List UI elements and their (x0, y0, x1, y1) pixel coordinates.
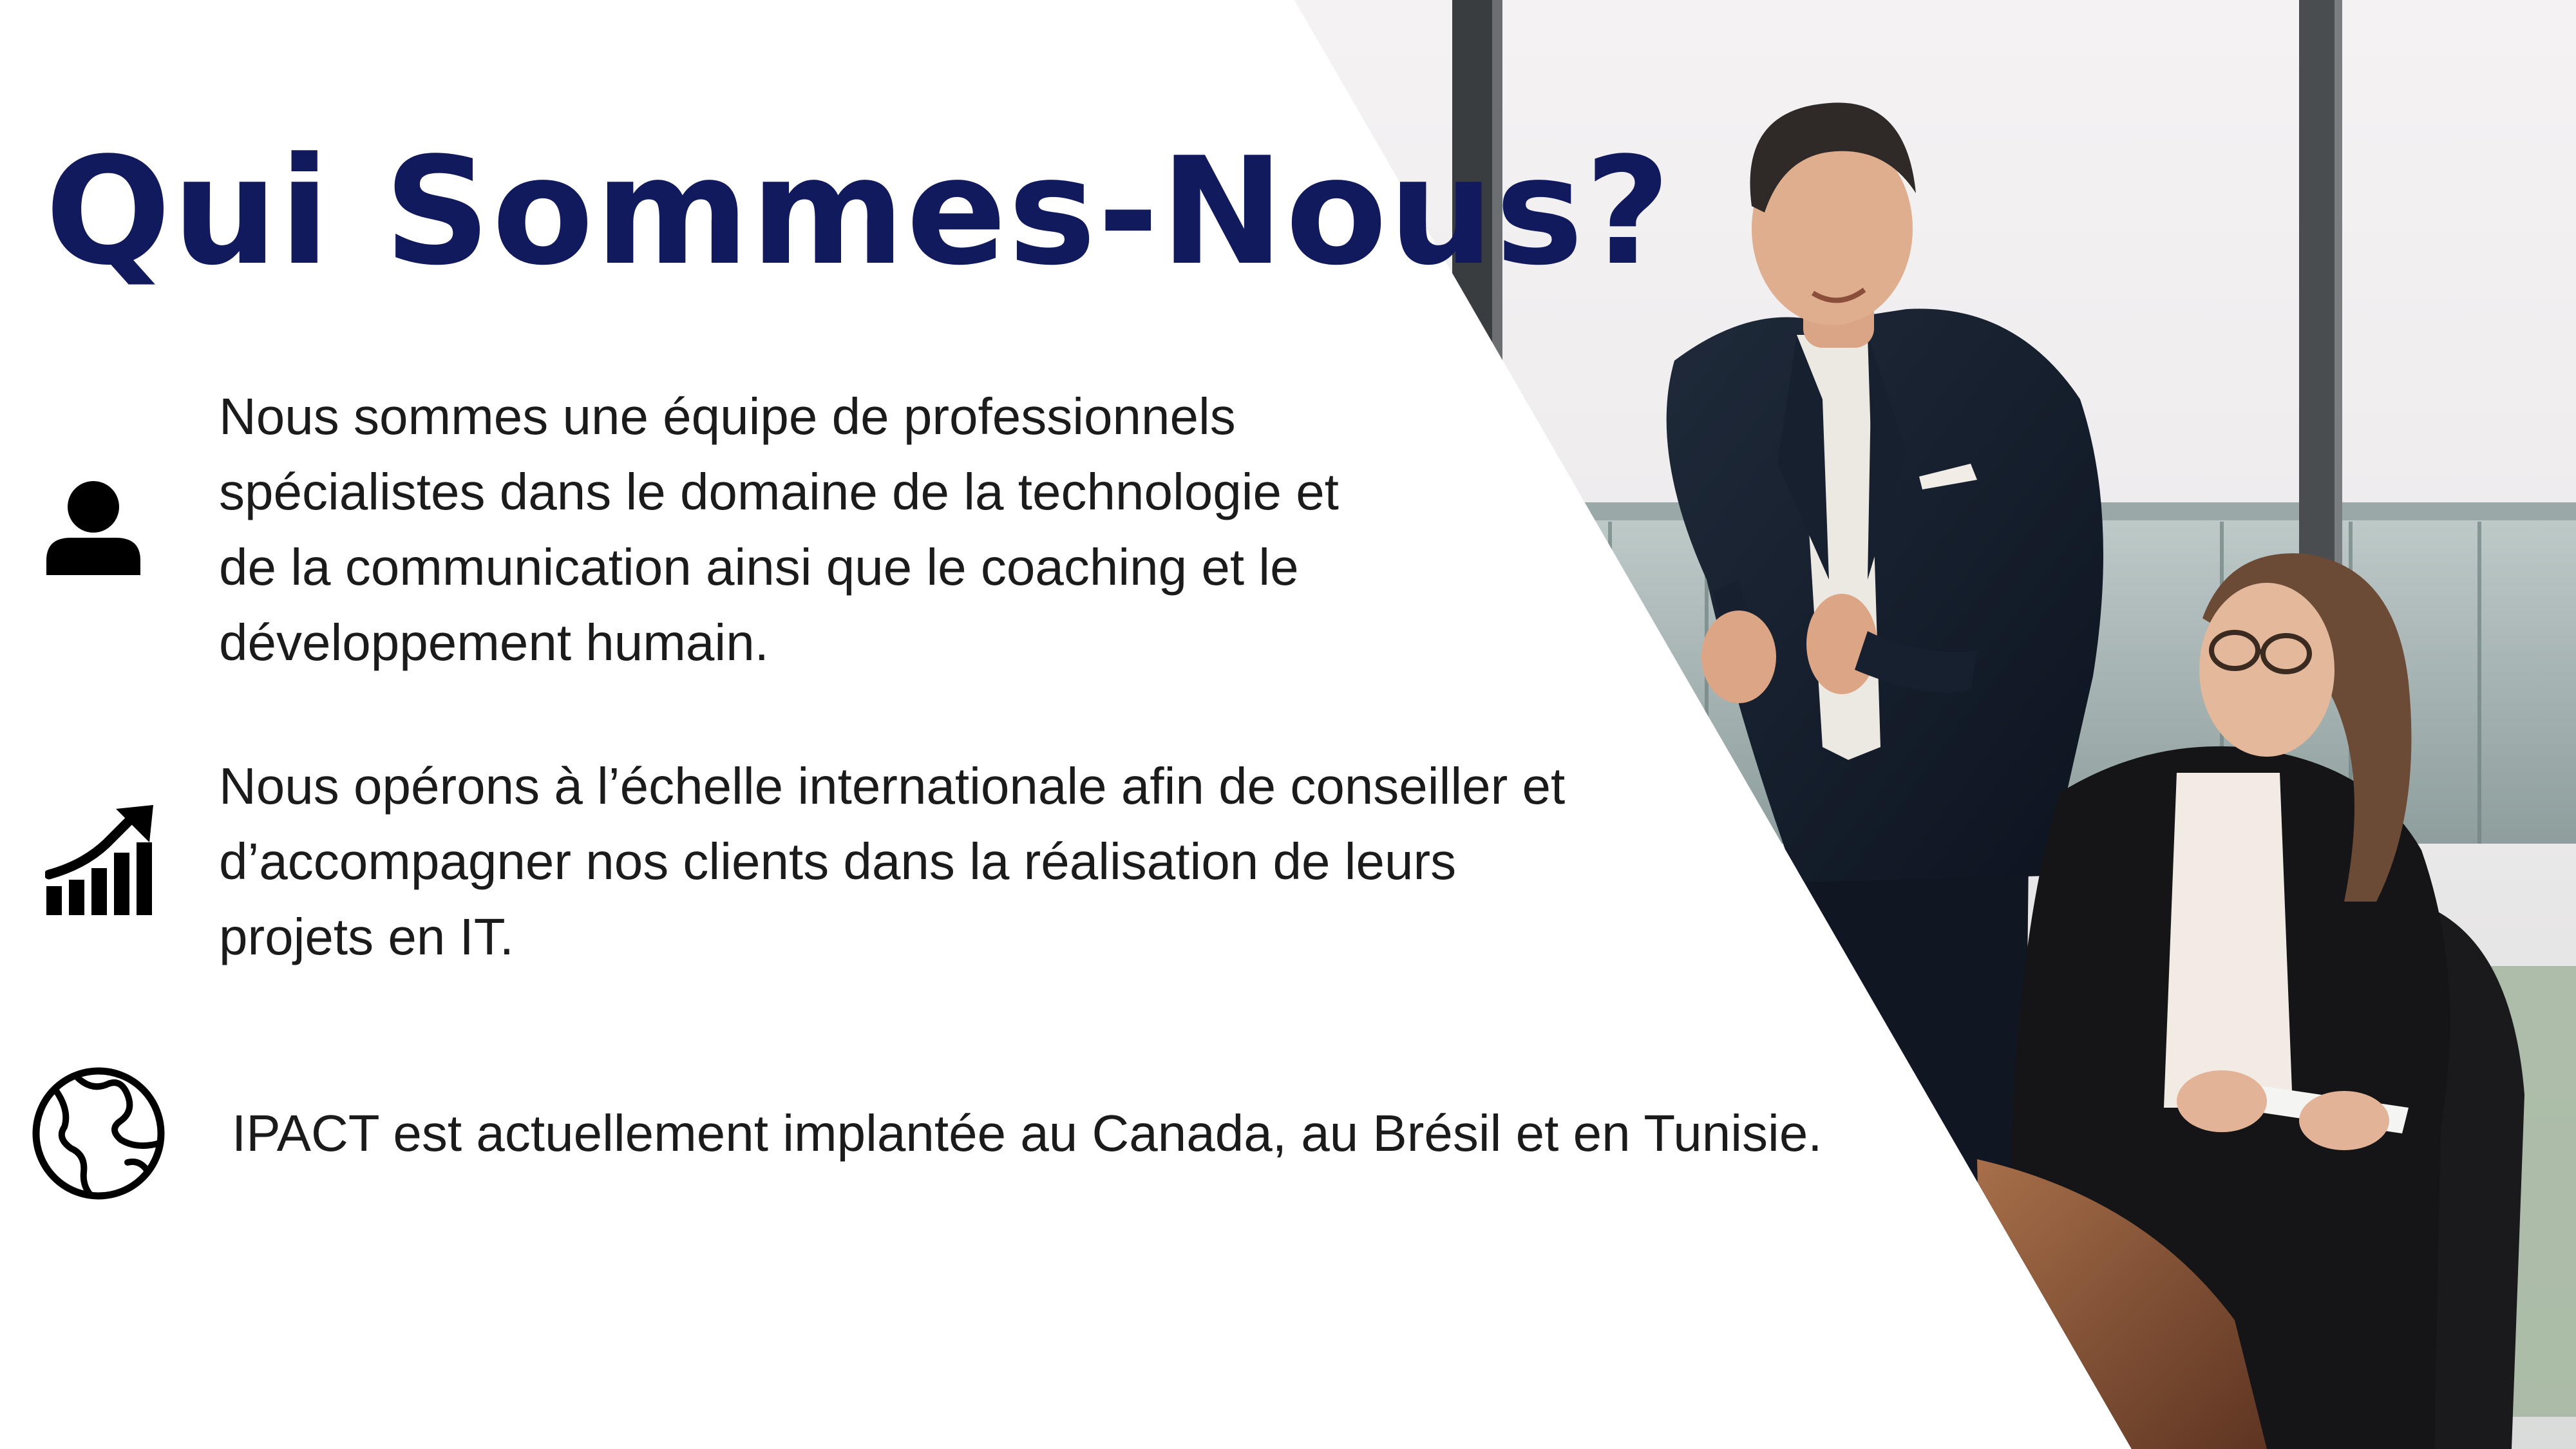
item-line: d’accompagner nos clients dans la réalis… (219, 833, 1457, 890)
item-line: Nous opérons à l’échelle internationale … (219, 757, 1566, 815)
item-text-team: Nous sommes une équipe de professionnels… (219, 379, 1339, 680)
slide: Qui Sommes-Nous? Nous sommes une équipe … (0, 0, 2576, 1449)
item-line: IPACT est actuellement implantée au Cana… (232, 1104, 1823, 1162)
growth-chart-icon (45, 805, 153, 915)
item-line: de la communication ainsi que le coachin… (219, 538, 1299, 596)
person-icon (46, 481, 140, 575)
page-title: Qui Sommes-Nous? (45, 126, 1672, 298)
item-line: Nous sommes une équipe de professionnels (219, 388, 1236, 445)
item-text-locations: IPACT est actuellement implantée au Cana… (232, 1095, 1823, 1171)
item-text-international: Nous opérons à l’échelle internationale … (219, 748, 1565, 974)
item-line: spécialistes dans le domaine de la techn… (219, 463, 1339, 520)
item-line: projets en IT. (219, 908, 515, 965)
globe-icon (32, 1067, 165, 1200)
item-line: développement humain. (219, 614, 769, 671)
